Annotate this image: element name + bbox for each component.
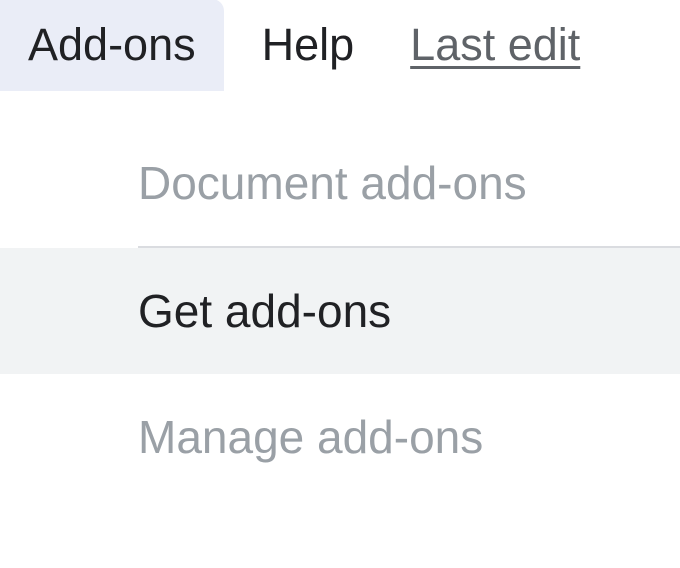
dropdown-get-addons[interactable]: Get add-ons [0,248,680,374]
last-edit-link[interactable]: Last edit [392,19,580,71]
menubar: Add-ons Help Last edit [0,0,680,90]
addons-dropdown: Document add-ons Get add-ons Manage add-… [0,120,680,500]
menu-addons[interactable]: Add-ons [0,0,224,91]
menu-help[interactable]: Help [224,0,393,91]
dropdown-document-addons: Document add-ons [0,120,680,246]
dropdown-manage-addons[interactable]: Manage add-ons [0,374,680,500]
